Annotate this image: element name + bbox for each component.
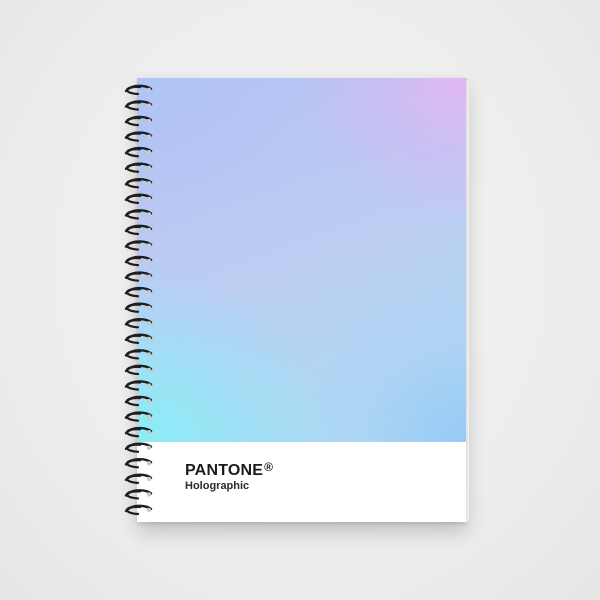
product-photo: PANTONE® Holographic (0, 0, 600, 600)
spiral-loop (124, 426, 153, 438)
spiral-loop (124, 178, 153, 189)
binding-hole (146, 258, 152, 264)
pantone-label: PANTONE® Holographic (137, 442, 467, 522)
binding-hole (146, 274, 152, 279)
binding-hole (146, 134, 152, 139)
binding-hole (146, 165, 152, 170)
spiral-loop (124, 286, 153, 298)
binding-hole (146, 492, 152, 497)
spiral-loop (124, 240, 153, 251)
binding-hole (146, 507, 152, 513)
binding-hole (146, 150, 152, 155)
spiral-loop (124, 318, 153, 329)
spiral-loop (124, 146, 153, 158)
binding-hole (146, 87, 152, 93)
binding-hole (146, 181, 152, 186)
brand-text: PANTONE (185, 462, 264, 479)
brand-name: PANTONE® (185, 460, 273, 480)
spiral-loop (124, 473, 153, 484)
binding-hole (146, 227, 152, 233)
spiral-loop (124, 458, 153, 469)
spiral-loop (124, 131, 153, 142)
binding-hole (146, 352, 152, 357)
binding-hole (146, 461, 152, 466)
spiral-loop (124, 380, 153, 391)
spiral-loop (124, 504, 153, 516)
binding-hole (146, 414, 152, 419)
spiral-loop (124, 489, 153, 500)
spiral-loop (124, 162, 153, 173)
binding-hole (146, 321, 152, 326)
spiral-binding (124, 84, 153, 516)
spiral-loop (124, 209, 153, 220)
binding-hole (146, 445, 152, 450)
spiral-loop (124, 84, 153, 96)
spiral-loop (124, 224, 153, 236)
spiral-loop (124, 271, 153, 282)
holographic-color-swatch (137, 78, 467, 442)
spiral-loop (124, 193, 153, 204)
spiral-loop (124, 411, 153, 422)
binding-hole (146, 305, 152, 310)
spiral-loop (124, 302, 153, 313)
binding-hole (146, 336, 152, 342)
binding-hole (146, 290, 152, 295)
color-name: Holographic (185, 480, 250, 492)
binding-hole (146, 103, 152, 108)
spiral-loop (124, 349, 153, 360)
binding-hole (146, 476, 152, 482)
binding-hole (146, 196, 152, 202)
registered-mark: ® (264, 460, 274, 474)
spiral-notebook: PANTONE® Holographic (137, 78, 467, 522)
spiral-loop (124, 364, 153, 376)
notebook-page-edge (466, 80, 469, 521)
binding-hole (146, 118, 152, 124)
binding-hole (146, 367, 152, 373)
binding-hole (146, 398, 152, 404)
spiral-loop (124, 255, 153, 267)
spiral-loop (124, 333, 153, 344)
binding-hole (146, 430, 152, 435)
binding-hole (146, 383, 152, 388)
spiral-loop (124, 115, 153, 127)
spiral-loop (124, 442, 153, 453)
spiral-loop (124, 100, 153, 111)
binding-hole (146, 243, 152, 248)
spiral-loop (124, 395, 153, 407)
binding-hole (146, 212, 152, 217)
